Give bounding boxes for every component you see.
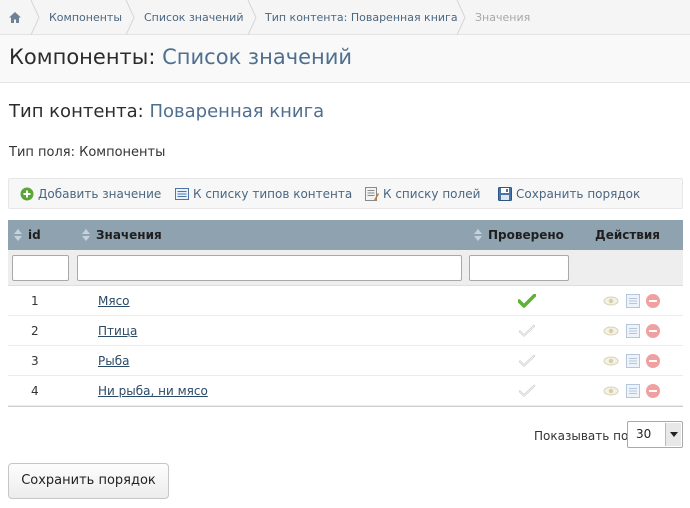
table-bottom-border	[8, 406, 683, 407]
save-order-button[interactable]: Сохранить порядок	[8, 463, 169, 499]
to-fields-button[interactable]: К списку полей	[365, 184, 480, 204]
delete-icon[interactable]	[645, 353, 661, 369]
page-title-value: Список значений	[162, 45, 353, 69]
to-content-types-label: К списку типов контента	[193, 187, 353, 201]
delete-icon[interactable]	[645, 293, 661, 309]
unchecked-icon[interactable]	[518, 324, 536, 338]
sort-icon	[474, 228, 482, 241]
view-icon[interactable]	[603, 383, 619, 399]
breadcrumb-separator-icon	[125, 0, 135, 35]
unchecked-icon[interactable]	[518, 384, 536, 398]
column-header-id[interactable]: id	[14, 220, 41, 250]
row-id: 1	[31, 294, 39, 308]
toolbar: Добавить значение К списку типов контент…	[8, 178, 683, 209]
per-page-select[interactable]: 30	[627, 421, 683, 448]
row-value-link[interactable]: Рыба	[98, 346, 129, 376]
edit-icon[interactable]	[625, 353, 641, 369]
sort-icon	[82, 228, 90, 241]
page-title: Компоненты: Список значений	[9, 45, 352, 69]
column-header-checked[interactable]: Проверено	[474, 220, 564, 250]
list-icon	[175, 188, 189, 200]
sort-icon	[14, 228, 22, 241]
chevron-down-icon	[665, 423, 681, 446]
delete-icon[interactable]	[645, 383, 661, 399]
to-fields-label: К списку полей	[383, 187, 481, 201]
page-title-prefix: Компоненты:	[9, 45, 156, 69]
view-icon[interactable]	[603, 323, 619, 339]
save-icon	[498, 187, 512, 201]
add-value-label: Добавить значение	[38, 187, 162, 201]
per-page-value: 30	[636, 427, 652, 441]
breadcrumb-item-content-type[interactable]: Тип контента: Поваренная книга	[265, 0, 458, 35]
view-icon[interactable]	[603, 353, 619, 369]
breadcrumb-item-value-list[interactable]: Список значений	[144, 0, 243, 35]
breadcrumb-separator-icon	[247, 0, 257, 35]
to-content-types-button[interactable]: К списку типов контента	[175, 184, 352, 204]
row-id: 3	[31, 354, 39, 368]
table-row: 1 Мясо	[8, 286, 683, 316]
row-id: 4	[31, 384, 39, 398]
add-value-button[interactable]: Добавить значение	[20, 184, 161, 204]
save-order-toolbar-label: Сохранить порядок	[516, 187, 641, 201]
edit-icon[interactable]	[625, 323, 641, 339]
home-icon[interactable]	[8, 11, 22, 24]
content-type-value: Поваренная книга	[149, 101, 325, 122]
row-id: 2	[31, 324, 39, 338]
table-row: 3 Рыба	[8, 346, 683, 376]
filter-values-input[interactable]	[77, 255, 462, 281]
content-type-prefix: Тип контента:	[9, 101, 144, 122]
breadcrumb-item-components[interactable]: Компоненты	[49, 0, 122, 35]
table-header: id Значения Проверено Действия	[8, 220, 683, 250]
table-row: 2 Птица	[8, 316, 683, 346]
field-type-label: Тип поля: Компоненты	[9, 145, 166, 160]
edit-icon[interactable]	[625, 293, 641, 309]
table-row: 4 Ни рыба, ни мясо	[8, 376, 683, 406]
unchecked-icon[interactable]	[518, 354, 536, 368]
row-value-link[interactable]: Ни рыба, ни мясо	[98, 376, 208, 406]
breadcrumb-separator-icon	[456, 0, 466, 35]
row-value-link[interactable]: Птица	[98, 316, 137, 346]
edit-icon[interactable]	[625, 383, 641, 399]
delete-icon[interactable]	[645, 323, 661, 339]
row-value-link[interactable]: Мясо	[98, 286, 130, 316]
add-icon	[20, 187, 34, 201]
filter-checked-input[interactable]	[469, 255, 569, 281]
save-order-toolbar-button[interactable]: Сохранить порядок	[498, 184, 640, 204]
breadcrumb-item-values: Значения	[475, 11, 531, 24]
column-header-actions: Действия	[595, 228, 661, 242]
breadcrumb: Компоненты Список значений Тип контента:…	[0, 0, 690, 35]
view-icon[interactable]	[603, 293, 619, 309]
fields-list-icon	[365, 187, 379, 201]
content-type-heading: Тип контента: Поваренная книга	[9, 101, 324, 122]
per-page-label: Показывать по	[534, 429, 629, 443]
checked-icon[interactable]	[518, 294, 536, 308]
column-header-values[interactable]: Значения	[82, 220, 162, 250]
breadcrumb-separator-icon	[30, 0, 40, 35]
filter-row	[8, 250, 683, 286]
filter-id-input[interactable]	[12, 255, 69, 281]
